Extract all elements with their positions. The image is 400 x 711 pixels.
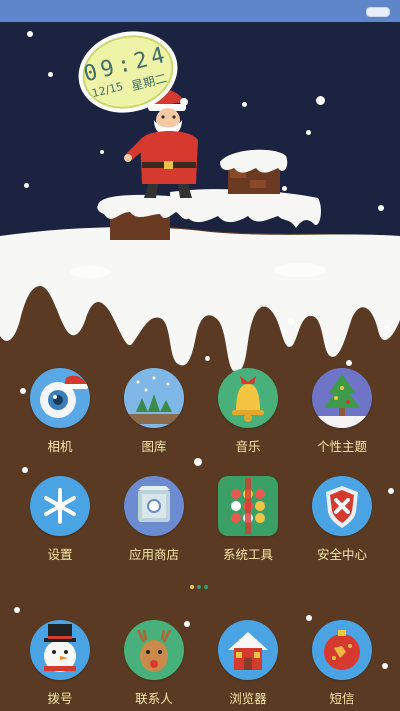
snowflake: [388, 488, 394, 494]
browser-house-icon: [218, 620, 278, 680]
app-store-icon: [124, 476, 184, 536]
app-label: 音乐: [235, 439, 261, 454]
app-camera[interactable]: 相机: [14, 368, 106, 455]
app-security[interactable]: 安全中心: [296, 476, 388, 563]
page-dot-active: [190, 585, 194, 589]
app-themes[interactable]: 个性主题: [296, 368, 388, 455]
app-label: 个性主题: [316, 439, 367, 454]
app-label: 应用商店: [128, 547, 179, 562]
app-label: 联系人: [135, 691, 173, 706]
snowflake: [346, 360, 352, 366]
app-label: 安全中心: [316, 547, 367, 562]
app-settings[interactable]: 设置: [14, 476, 106, 563]
app-system-tools[interactable]: 系统工具: [202, 476, 294, 563]
snowflake: [48, 72, 53, 77]
contacts-reindeer-icon: [124, 620, 184, 680]
snowflake: [306, 130, 311, 135]
dock-messages[interactable]: 短信: [296, 620, 388, 707]
snowflake: [316, 96, 325, 105]
theme-tree-icon: [312, 368, 372, 428]
page-indicator: [188, 585, 212, 591]
music-bell-icon: [218, 368, 278, 428]
dialer-snowman-icon: [30, 620, 90, 680]
security-shield-icon: [312, 476, 372, 536]
app-store[interactable]: 应用商店: [108, 476, 200, 563]
app-label: 拨号: [47, 691, 73, 706]
snowflake: [24, 183, 29, 188]
snowflake: [22, 467, 28, 473]
app-label: 系统工具: [222, 547, 273, 562]
gallery-icon: [124, 368, 184, 428]
snowflake: [378, 205, 384, 211]
snowflake: [100, 150, 104, 154]
page-dot: [197, 585, 201, 589]
snowflake: [205, 356, 210, 361]
app-label: 设置: [47, 547, 73, 562]
dock-contacts[interactable]: 联系人: [108, 620, 200, 707]
settings-snowflake-icon: [30, 476, 90, 536]
messages-ornament-icon: [312, 620, 372, 680]
snowflake: [194, 458, 202, 466]
snowflake: [27, 31, 33, 37]
snowflake: [384, 325, 390, 331]
system-tools-icon: [218, 476, 278, 536]
app-label: 相机: [47, 439, 73, 454]
dock-browser[interactable]: 浏览器: [202, 620, 294, 707]
snowflake: [288, 318, 295, 325]
app-gallery[interactable]: 图库: [108, 368, 200, 455]
dock-dialer[interactable]: 拨号: [14, 620, 106, 707]
snowflake: [242, 102, 247, 107]
camera-icon: [30, 368, 90, 428]
app-label: 短信: [329, 691, 355, 706]
app-music[interactable]: 音乐: [202, 368, 294, 455]
page-dot: [204, 585, 208, 589]
snowflake: [282, 186, 287, 191]
snowflake: [14, 607, 20, 613]
app-label: 图库: [141, 439, 167, 454]
app-label: 浏览器: [229, 691, 267, 706]
